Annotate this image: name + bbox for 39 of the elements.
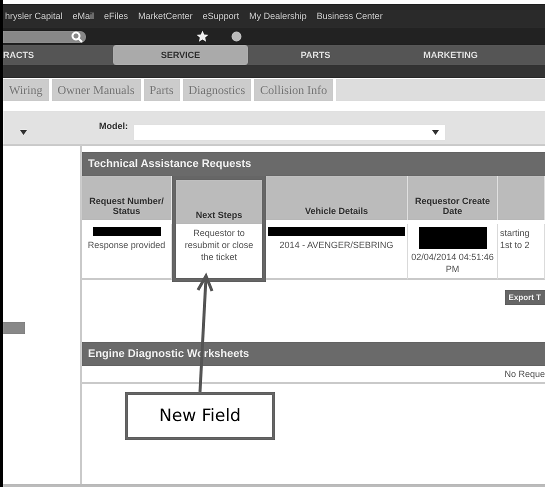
column-header: Requestor Create Date	[408, 176, 498, 220]
panel-title: Technical Assistance Requests	[82, 152, 545, 176]
sub-tab[interactable]: Wiring	[3, 79, 52, 101]
empty-message: No Reque	[504, 369, 545, 379]
panel-title: Engine Diagnostic Worksheets	[82, 342, 545, 366]
top-link[interactable]: hrysler Capital	[5, 11, 63, 21]
column-header: Vehicle Details	[266, 176, 408, 220]
top-link[interactable]: eSupport	[202, 11, 240, 21]
cell-text: Response provided	[88, 239, 166, 251]
sidebar-header	[3, 322, 25, 334]
sub-tab[interactable]: Collision Info	[254, 79, 336, 101]
top-link[interactable]: MarketCenter	[138, 11, 193, 21]
sub-tab[interactable]: Parts	[144, 79, 182, 101]
model-label: Model:	[99, 120, 128, 130]
cell-text: 2014 - AVENGER/SEBRING	[280, 239, 394, 251]
caret-icon	[20, 130, 26, 135]
star-icon[interactable]	[196, 30, 209, 43]
top-link[interactable]: eMail	[72, 11, 94, 21]
search-icon[interactable]	[71, 30, 83, 42]
search-field[interactable]	[3, 30, 86, 42]
caret-icon	[432, 130, 439, 135]
column-header: Next Steps	[172, 176, 266, 224]
top-link[interactable]: eFiles	[104, 11, 128, 21]
cell-text: starting	[500, 227, 530, 239]
top-link[interactable]: My Dealership	[249, 11, 307, 21]
column-header: Request Number/ Status	[82, 176, 172, 220]
annotation-callout: New Field	[125, 392, 275, 440]
export-button[interactable]: Export T	[504, 290, 545, 305]
sub-tab[interactable]: Owner Manuals	[52, 79, 144, 101]
cell-text: 02/04/2014 04:51:46 PM	[410, 251, 495, 275]
top-link[interactable]: Business Center	[316, 11, 383, 21]
nav-tab[interactable]: PARTS	[248, 45, 383, 65]
nav-tab[interactable]: RACTS	[3, 45, 113, 65]
circle-icon[interactable]	[231, 31, 242, 42]
nav-tab[interactable]: MARKETING	[383, 45, 518, 65]
sub-tab[interactable]: Diagnostics	[182, 79, 254, 101]
cell-text: Requestor to resubmit or close the ticket	[184, 227, 254, 263]
cell-text: 1st to 2	[500, 239, 530, 251]
nav-tab[interactable]: SERVICE	[113, 45, 248, 65]
